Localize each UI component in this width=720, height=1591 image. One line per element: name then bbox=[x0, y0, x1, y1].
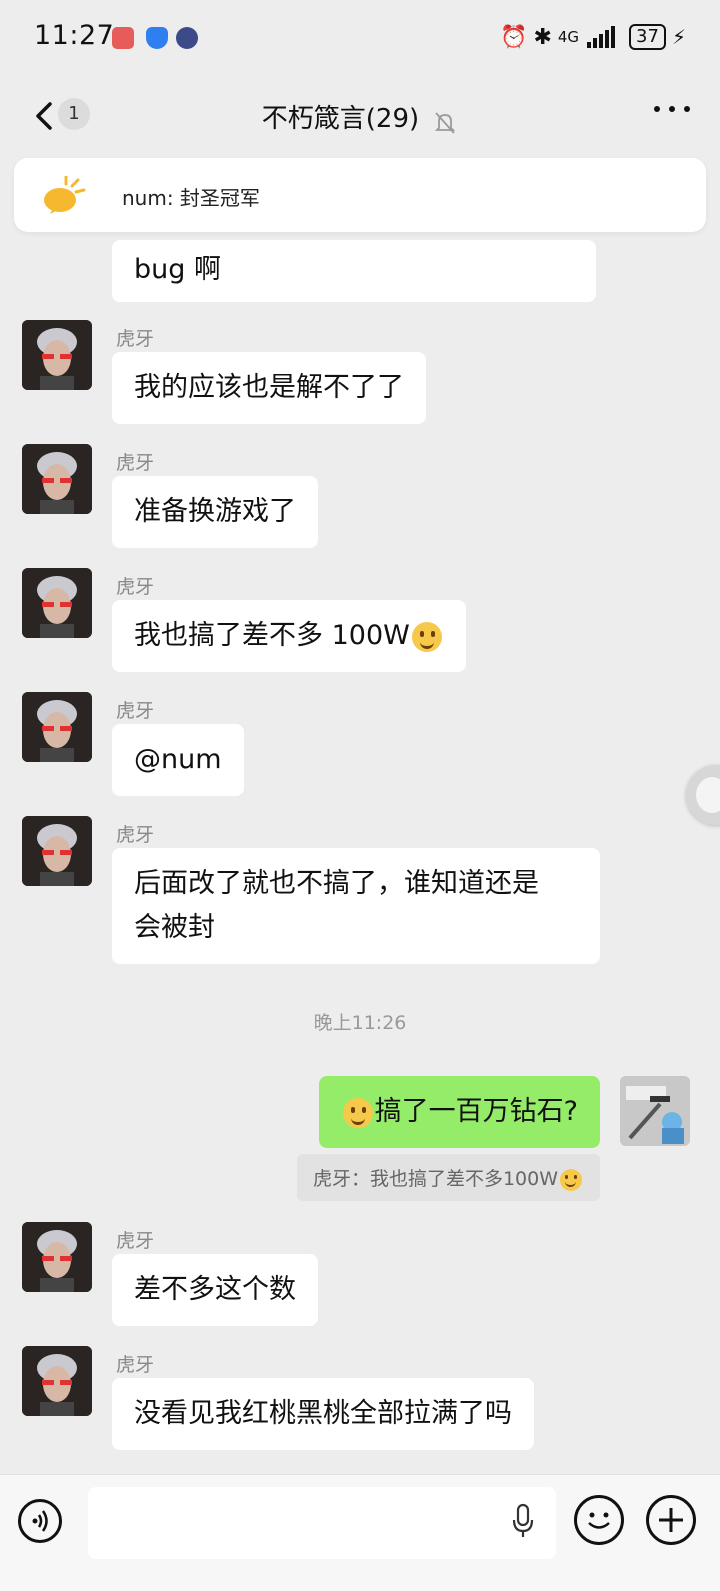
message-text-line: 后面改了就也不搞了，谁知道还是 bbox=[134, 868, 539, 899]
message-text-line: 会被封 bbox=[134, 912, 215, 943]
signal-icon bbox=[587, 26, 616, 48]
smiley-icon bbox=[588, 1512, 610, 1529]
pinned-announcement[interactable]: num: 封圣冠军 bbox=[14, 158, 706, 232]
chat-title: 不朽箴言(29) bbox=[261, 104, 420, 134]
blushing-smile-emoji-icon bbox=[342, 1097, 373, 1128]
message-text: 准备换游戏了 bbox=[134, 496, 296, 527]
sender-name: 虎牙 bbox=[116, 452, 155, 474]
network-label: 4G bbox=[557, 28, 580, 46]
pinned-text: num: 封圣冠军 bbox=[122, 186, 260, 210]
more-options-icon[interactable] bbox=[654, 106, 690, 116]
sender-name: 虎牙 bbox=[116, 700, 155, 722]
laughing-tears-emoji-icon bbox=[560, 1168, 582, 1191]
my-message-bubble[interactable]: 搞了一百万钻石? bbox=[318, 1076, 600, 1148]
title-area: 不朽箴言(29) bbox=[0, 98, 720, 136]
battery-level: 37 bbox=[629, 24, 666, 50]
sender-name: 虎牙 bbox=[116, 1354, 155, 1376]
laughing-tears-emoji-icon bbox=[411, 621, 442, 652]
message-text: 没看见我红桃黑桃全部拉满了吗 bbox=[134, 1398, 512, 1429]
message-bubble[interactable]: 后面改了就也不搞了，谁知道还是 会被封 bbox=[112, 848, 600, 964]
message-text: @num bbox=[134, 744, 222, 775]
input-bar bbox=[0, 1474, 720, 1591]
game-app-icon bbox=[176, 27, 198, 49]
announcement-icon bbox=[44, 176, 86, 214]
floating-side-button[interactable] bbox=[686, 765, 720, 825]
microphone-icon[interactable] bbox=[512, 1503, 534, 1539]
avatar-image bbox=[22, 1346, 92, 1416]
sender-name: 虎牙 bbox=[116, 576, 155, 598]
avatar[interactable] bbox=[22, 816, 92, 886]
charging-icon: ⚡ bbox=[671, 25, 686, 49]
shield-icon bbox=[146, 27, 168, 49]
avatar[interactable] bbox=[22, 1346, 92, 1416]
voice-input-button[interactable] bbox=[18, 1499, 62, 1543]
more-functions-button[interactable] bbox=[646, 1495, 696, 1545]
status-time: 11:27 bbox=[34, 20, 115, 51]
message-bubble[interactable]: 准备换游戏了 bbox=[112, 476, 318, 548]
avatar-image bbox=[22, 816, 92, 886]
message-text: 我也搞了差不多 100W bbox=[134, 620, 410, 651]
message-bubble[interactable]: 我也搞了差不多 100W bbox=[112, 600, 466, 672]
avatar[interactable] bbox=[22, 320, 92, 390]
sender-name: 虎牙 bbox=[116, 328, 155, 350]
my-avatar[interactable] bbox=[620, 1076, 690, 1146]
avatar-image bbox=[22, 1222, 92, 1292]
avatar-image bbox=[22, 568, 92, 638]
timestamp-divider: 晚上11:26 bbox=[313, 1012, 407, 1034]
status-indicators: ⏰ ✱ 4G 37 ⚡ bbox=[500, 22, 686, 52]
chat-header: 1 不朽箴言(29) bbox=[0, 76, 720, 154]
sender-name: 虎牙 bbox=[116, 824, 155, 846]
avatar-image bbox=[22, 444, 92, 514]
message-text: 搞了一百万钻石? bbox=[374, 1096, 578, 1127]
sender-name: 虎牙 bbox=[116, 1230, 155, 1252]
quote-text: 虎牙：我也搞了差不多100W bbox=[312, 1168, 558, 1190]
avatar-image bbox=[22, 692, 92, 762]
avatar[interactable] bbox=[22, 692, 92, 762]
message-bubble[interactable]: 没看见我红桃黑桃全部拉满了吗 bbox=[112, 1378, 534, 1450]
avatar-image bbox=[620, 1076, 690, 1146]
message-input[interactable] bbox=[88, 1487, 556, 1559]
avatar[interactable] bbox=[22, 444, 92, 514]
message-bubble[interactable]: bug 啊 bbox=[112, 240, 596, 302]
message-bubble[interactable]: 差不多这个数 bbox=[112, 1254, 318, 1326]
message-bubble[interactable]: @num bbox=[112, 724, 244, 796]
avatar[interactable] bbox=[22, 1222, 92, 1292]
message-bubble[interactable]: 我的应该也是解不了了 bbox=[112, 352, 426, 424]
quoted-reply[interactable]: 虎牙：我也搞了差不多100W bbox=[296, 1154, 600, 1201]
message-text: 差不多这个数 bbox=[134, 1274, 296, 1305]
avatar-image bbox=[22, 320, 92, 390]
avatar[interactable] bbox=[22, 568, 92, 638]
message-text: bug 啊 bbox=[134, 254, 221, 285]
emoji-button[interactable] bbox=[574, 1495, 624, 1545]
mute-bell-icon bbox=[435, 111, 456, 134]
voice-wave-icon bbox=[32, 1510, 48, 1532]
alarm-icon: ⏰ bbox=[500, 24, 528, 50]
status-bar: 11:27 ⏰ ✱ 4G 37 ⚡ bbox=[0, 0, 720, 76]
plus-icon bbox=[659, 1508, 683, 1532]
message-text: 我的应该也是解不了了 bbox=[134, 372, 404, 403]
bluetooth-icon: ✱ bbox=[533, 24, 552, 50]
notification-app-icon bbox=[112, 27, 134, 49]
